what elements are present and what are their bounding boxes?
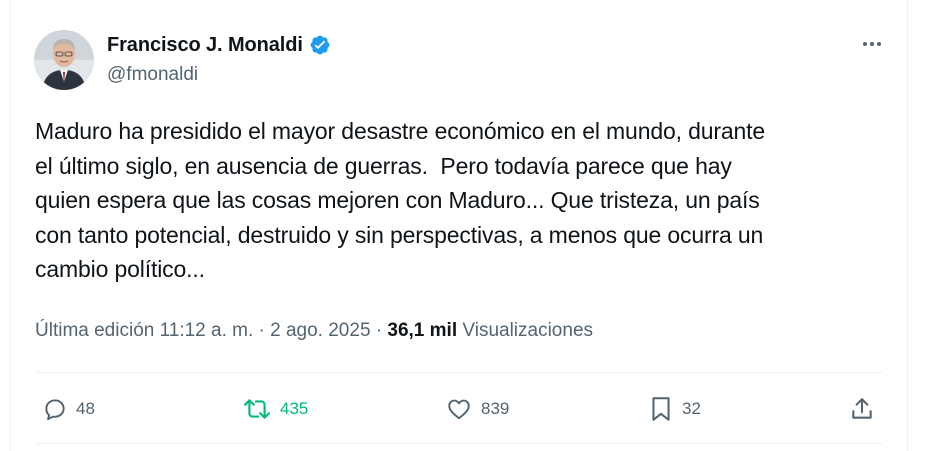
avatar[interactable] — [34, 30, 94, 90]
verified-badge-icon[interactable] — [309, 34, 331, 56]
divider — [35, 443, 883, 444]
reply-icon — [45, 399, 65, 421]
more-dot — [863, 42, 867, 46]
more-dot — [877, 42, 881, 46]
like-count: 839 — [481, 399, 510, 418]
reply-button[interactable]: 48 — [42, 394, 95, 424]
avatar-image — [34, 30, 94, 90]
views-count: 36,1 mil — [387, 320, 458, 341]
reply-count: 48 — [76, 399, 95, 418]
bookmark-icon — [652, 397, 670, 421]
more-options-icon[interactable] — [857, 34, 887, 54]
retweet-icon — [243, 399, 270, 419]
bookmark-count: 32 — [682, 399, 701, 418]
heart-icon — [448, 399, 470, 420]
tweet-text: Maduro ha presidido el mayor desastre ec… — [35, 118, 766, 282]
share-button[interactable] — [849, 394, 875, 424]
more-dot — [870, 42, 874, 46]
share-icon — [852, 398, 872, 419]
tweet-meta: Última edición 11:12 a. m. · 2 ago. 2025… — [35, 318, 593, 344]
bookmark-button[interactable]: 32 — [648, 394, 701, 424]
retweet-button[interactable]: 435 — [242, 394, 308, 424]
author-name-row: Francisco J. Monaldi — [107, 33, 331, 57]
divider — [35, 372, 883, 373]
author-display-name[interactable]: Francisco J. Monaldi — [107, 33, 303, 57]
tweet-card: Francisco J. Monaldi @fmonaldi Maduro ha… — [10, 0, 908, 451]
retweet-count: 435 — [280, 399, 309, 418]
like-button[interactable]: 839 — [445, 394, 509, 424]
author-handle[interactable]: @fmonaldi — [107, 63, 198, 87]
views-label: Visualizaciones — [462, 320, 594, 341]
tweet-timestamp[interactable]: Última edición 11:12 a. m. · 2 ago. 2025… — [35, 320, 387, 341]
